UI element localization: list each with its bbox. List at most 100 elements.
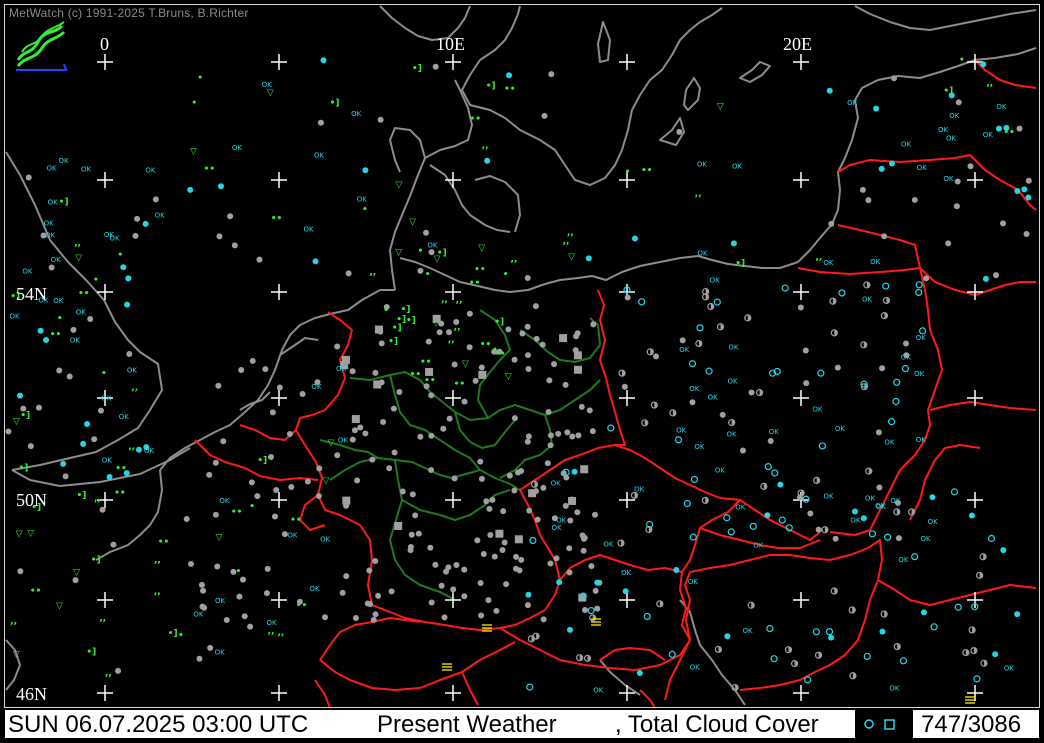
cloud-cover-symbol[interactable] xyxy=(668,650,676,659)
cloud-cover-symbol[interactable] xyxy=(747,601,755,609)
cloud-cover-symbol[interactable] xyxy=(973,675,981,683)
cloud-cover-symbol[interactable] xyxy=(546,377,553,384)
cloud-cover-symbol[interactable] xyxy=(650,401,658,409)
cloud-cover-symbol[interactable] xyxy=(607,424,615,432)
present-weather-symbol[interactable]: ,, xyxy=(369,268,376,278)
cloud-cover-symbol[interactable] xyxy=(115,667,122,674)
present-weather-symbol[interactable]: ▽ xyxy=(462,359,469,369)
cloud-cover-symbol[interactable] xyxy=(513,553,520,560)
cloud-cover-symbol[interactable] xyxy=(453,561,460,568)
cloud-cover-symbol[interactable] xyxy=(884,533,892,541)
cloud-cover-symbol[interactable] xyxy=(533,488,540,495)
cloud-cover-symbol[interactable] xyxy=(624,294,631,301)
cloud-cover-symbol[interactable] xyxy=(532,303,539,310)
cloud-cover-symbol[interactable] xyxy=(450,586,457,593)
cloud-cover-symbol[interactable] xyxy=(525,433,532,440)
cloud-cover-symbol[interactable] xyxy=(540,616,547,623)
cloud-cover-symbol[interactable] xyxy=(882,296,891,305)
cloud-cover-symbol[interactable] xyxy=(451,361,458,368)
cloud-cover-symbol[interactable] xyxy=(923,275,930,282)
cloud-cover-symbol[interactable] xyxy=(580,547,587,554)
cloud-cover-symbol[interactable] xyxy=(860,341,868,349)
present-weather-symbol[interactable]: •] xyxy=(330,98,340,108)
cloud-cover-symbol[interactable] xyxy=(567,517,574,524)
cloud-cover-symbol[interactable] xyxy=(878,165,885,172)
cloud-cover-symbol[interactable] xyxy=(506,72,513,79)
metwatch-logo-icon[interactable] xyxy=(14,20,68,72)
cloud-cover-symbol[interactable] xyxy=(188,560,195,567)
cloud-cover-symbol[interactable] xyxy=(899,657,908,665)
present-weather-symbol[interactable]: ,, xyxy=(567,228,574,238)
present-weather-symbol[interactable]: ,, xyxy=(441,295,448,305)
cloud-cover-symbol[interactable] xyxy=(802,495,810,503)
cloud-cover-symbol[interactable] xyxy=(120,264,127,271)
present-weather-symbol[interactable]: ,, xyxy=(448,335,455,345)
cloud-cover-symbol[interactable] xyxy=(882,282,890,290)
cloud-cover-symbol[interactable] xyxy=(814,651,823,659)
cloud-cover-symbol[interactable] xyxy=(707,302,715,311)
present-weather-symbol[interactable]: •] xyxy=(388,337,398,347)
cloud-cover-symbol[interactable] xyxy=(690,475,699,484)
cloud-cover-symbol[interactable] xyxy=(999,220,1006,227)
cloud-cover-symbol[interactable] xyxy=(438,582,445,589)
cloud-cover-symbol[interactable] xyxy=(526,507,533,514)
fog-symbol[interactable] xyxy=(442,663,452,671)
cloud-cover-symbol[interactable] xyxy=(84,420,91,427)
present-weather-symbol[interactable]: ▽ xyxy=(568,252,575,262)
cloud-cover-symbol[interactable] xyxy=(863,652,871,661)
present-weather-symbol[interactable]: ▽ xyxy=(717,102,724,112)
cloud-cover-symbol[interactable] xyxy=(865,197,872,204)
present-weather-symbol[interactable]: ▽ xyxy=(73,568,80,578)
cloud-cover-symbol[interactable] xyxy=(638,298,646,306)
cloud-cover-symbol[interactable] xyxy=(525,365,532,372)
cloud-cover-symbol[interactable] xyxy=(673,567,680,574)
overcast-symbol[interactable] xyxy=(478,370,487,379)
cloud-cover-symbol[interactable] xyxy=(576,654,584,662)
cloud-cover-symbol[interactable] xyxy=(334,452,341,459)
cloud-cover-symbol[interactable] xyxy=(929,494,936,501)
weather-map[interactable]: OK,,•••],,OK••OK•OK••▽••OKOKOK▽OKOKOKOKO… xyxy=(0,0,1044,740)
cloud-cover-symbol[interactable] xyxy=(412,512,419,519)
cloud-cover-symbol[interactable] xyxy=(581,607,588,614)
cloud-cover-symbol[interactable] xyxy=(669,409,677,417)
present-weather-symbol[interactable]: ,, xyxy=(277,628,284,638)
cloud-cover-symbol[interactable] xyxy=(215,382,222,389)
cloud-cover-symbol[interactable] xyxy=(802,347,809,354)
cloud-cover-symbol[interactable] xyxy=(544,460,551,467)
cloud-cover-symbol[interactable] xyxy=(804,676,812,684)
cloud-cover-symbol[interactable] xyxy=(993,272,1000,279)
cloud-cover-symbol[interactable] xyxy=(578,403,585,410)
cloud-cover-symbol[interactable] xyxy=(868,530,877,538)
overcast-symbol[interactable] xyxy=(351,415,360,424)
cloud-cover-symbol[interactable] xyxy=(241,613,248,620)
cloud-cover-symbol[interactable] xyxy=(254,493,261,500)
cloud-cover-symbol[interactable] xyxy=(87,316,94,323)
cloud-cover-symbol[interactable] xyxy=(920,609,927,616)
cloud-cover-symbol[interactable] xyxy=(545,408,552,415)
present-weather-symbol[interactable]: •• xyxy=(271,214,283,224)
cloud-cover-symbol[interactable] xyxy=(487,532,494,539)
present-weather-symbol[interactable]: ▽ xyxy=(13,417,20,427)
cloud-cover-symbol[interactable] xyxy=(574,509,581,516)
cloud-cover-symbol[interactable] xyxy=(529,536,537,545)
present-weather-symbol[interactable]: •• xyxy=(158,538,170,548)
present-weather-symbol[interactable]: • xyxy=(418,247,424,257)
present-weather-symbol[interactable]: ▽ xyxy=(433,318,440,328)
cloud-cover-symbol[interactable] xyxy=(970,646,978,655)
cloud-cover-symbol[interactable] xyxy=(461,398,468,405)
fog-symbol[interactable] xyxy=(591,618,601,626)
cloud-cover-symbol[interactable] xyxy=(566,569,573,576)
present-weather-symbol[interactable]: • xyxy=(197,74,203,84)
cloud-cover-symbol[interactable] xyxy=(744,314,752,322)
cloud-cover-symbol[interactable] xyxy=(679,337,686,344)
overcast-symbol[interactable] xyxy=(514,535,523,544)
present-weather-symbol[interactable]: •] xyxy=(401,305,411,315)
present-weather-symbol[interactable]: •• xyxy=(50,330,62,340)
cloud-cover-symbol[interactable] xyxy=(80,440,87,447)
cloud-cover-symbol[interactable] xyxy=(987,534,996,543)
cloud-cover-symbol[interactable] xyxy=(950,488,959,496)
cloud-cover-symbol[interactable] xyxy=(696,324,704,332)
present-weather-symbol[interactable]: •] xyxy=(735,259,745,269)
cloud-cover-symbol[interactable] xyxy=(766,624,774,633)
cloud-cover-symbol[interactable] xyxy=(299,390,306,397)
